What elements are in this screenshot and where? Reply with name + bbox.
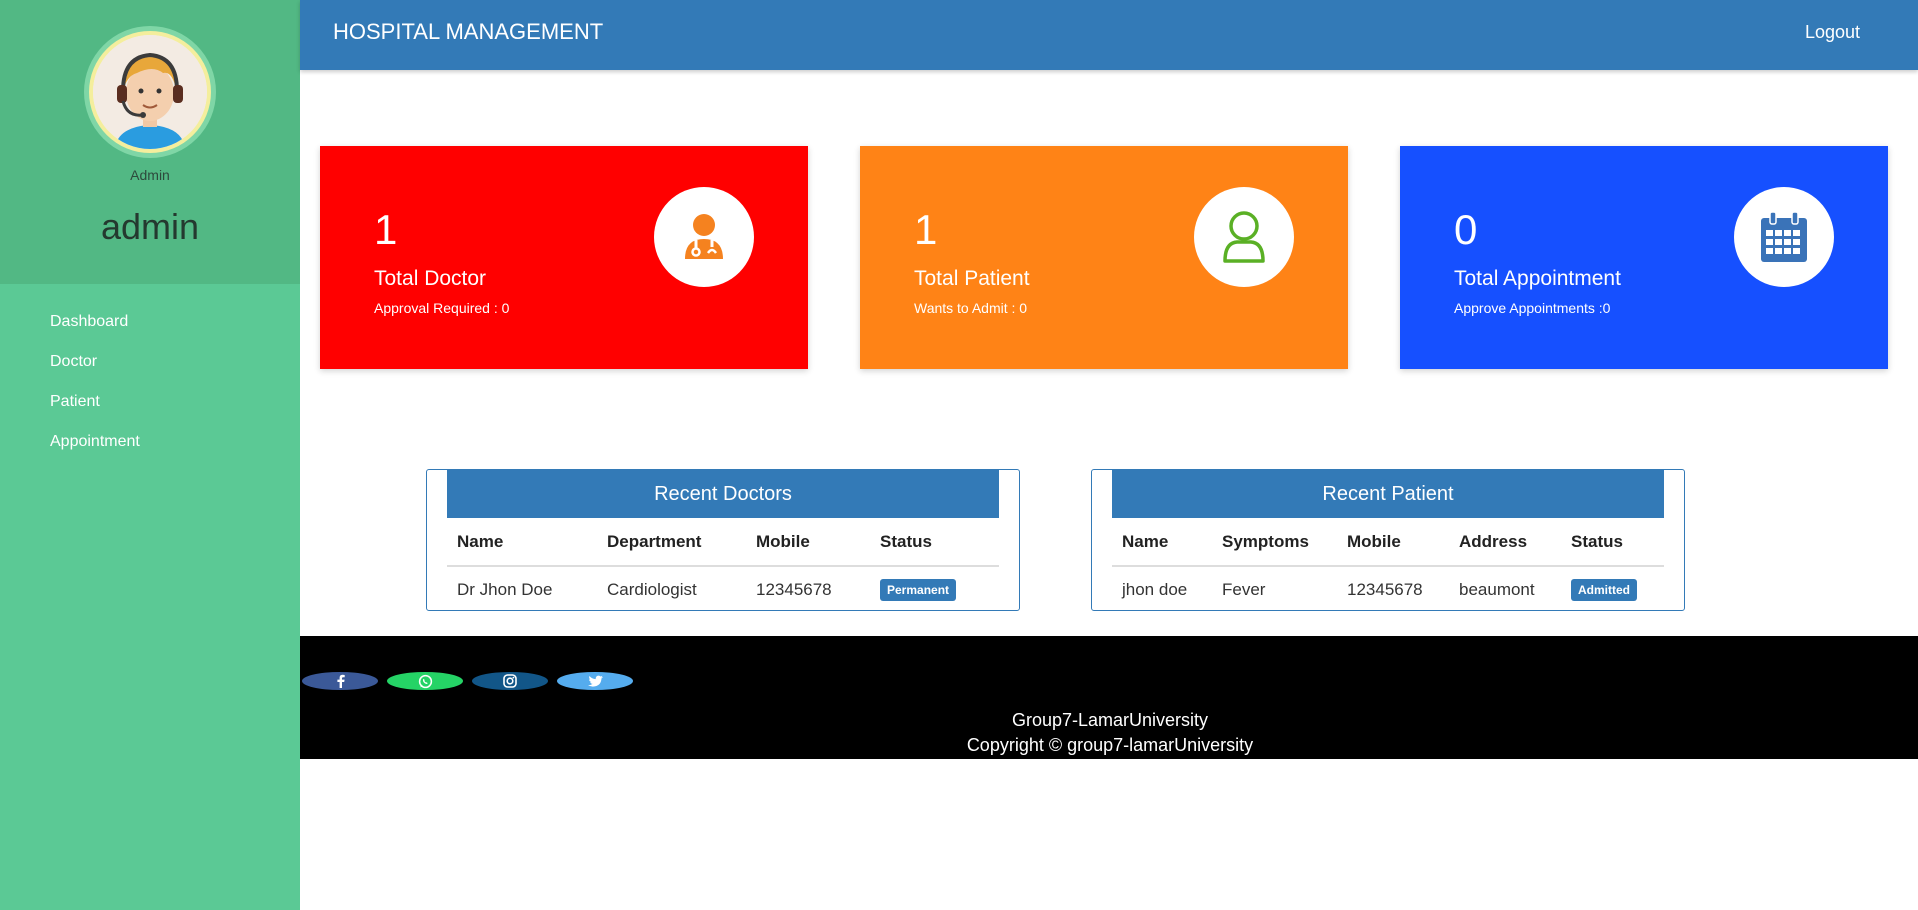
- total-patient-label: Total Patient: [914, 267, 1030, 290]
- whatsapp-button[interactable]: [387, 672, 463, 690]
- status-badge: Admitted: [1571, 578, 1637, 601]
- sidebar-item-dashboard[interactable]: Dashboard: [0, 302, 300, 342]
- sidebar: Admin admin Dashboard Doctor Patient App…: [0, 0, 300, 910]
- recent-doctors-title: Recent Doctors: [447, 470, 999, 518]
- column-header: Mobile: [746, 518, 870, 567]
- status-badge: Permanent: [880, 578, 957, 601]
- user-role: Admin: [130, 167, 170, 183]
- recent-patients-table: Name Symptoms Mobile Address Status jhon…: [1112, 518, 1664, 612]
- patient-symptoms: Fever: [1222, 579, 1266, 599]
- facebook-icon: [336, 674, 345, 688]
- approve-appointments-text: Approve Appointments :0: [1454, 300, 1611, 316]
- table-header-row: Name Symptoms Mobile Address Status: [1112, 518, 1664, 567]
- whatsapp-icon: [418, 674, 432, 688]
- patient-name: jhon doe: [1122, 579, 1188, 599]
- total-doctor-label: Total Doctor: [374, 267, 487, 290]
- app-title[interactable]: HOSPITAL MANAGEMENT: [333, 0, 603, 64]
- instagram-icon: [503, 674, 517, 688]
- column-header: Symptoms: [1212, 518, 1337, 567]
- calendar-icon-circle: [1734, 187, 1834, 287]
- total-appointment-card: 0 Total Appointment Approve Appointments…: [1400, 146, 1888, 369]
- total-doctor-card: 1 Total Doctor Approval Required : 0: [320, 146, 808, 369]
- sidebar-nav: Dashboard Doctor Patient Appointment: [0, 284, 300, 462]
- column-header: Status: [870, 518, 999, 567]
- user-icon-circle: [1194, 187, 1294, 287]
- recent-doctors-panel: Recent Doctors Name Department Mobile St…: [426, 469, 1020, 611]
- twitter-button[interactable]: [557, 672, 633, 690]
- total-patient-card: 1 Total Patient Wants to Admit : 0: [860, 146, 1348, 369]
- wants-to-admit-text: Wants to Admit : 0: [914, 300, 1028, 316]
- user-icon: [1223, 211, 1265, 263]
- logout-link[interactable]: Logout: [1805, 0, 1860, 64]
- recent-patients-panel: Recent Patient Name Symptoms Mobile Addr…: [1091, 469, 1685, 611]
- doctor-mobile: 12345678: [756, 579, 832, 599]
- avatar: [84, 26, 216, 158]
- instagram-button[interactable]: [472, 672, 548, 690]
- doctor-icon-circle: [654, 187, 754, 287]
- total-appointment-count: 0: [1454, 206, 1478, 253]
- total-doctor-count: 1: [374, 206, 398, 253]
- column-header: Status: [1561, 518, 1664, 567]
- table-header-row: Name Department Mobile Status: [447, 518, 999, 567]
- twitter-icon: [587, 675, 603, 687]
- profile-section: Admin admin: [0, 0, 300, 284]
- patient-address: beaumont: [1459, 579, 1535, 599]
- column-header: Name: [447, 518, 597, 567]
- recent-doctors-table: Name Department Mobile Status Dr Jhon Do…: [447, 518, 999, 612]
- column-header: Address: [1449, 518, 1561, 567]
- recent-patients-title: Recent Patient: [1112, 470, 1664, 518]
- total-patient-count: 1: [914, 206, 938, 253]
- table-row: jhon doe Fever 12345678 beaumont Admitte…: [1112, 566, 1664, 612]
- patient-mobile: 12345678: [1347, 579, 1423, 599]
- doctor-name: Dr Jhon Doe: [457, 579, 553, 599]
- user-name: admin: [100, 206, 200, 247]
- total-appointment-label: Total Appointment: [1454, 267, 1621, 290]
- column-header: Name: [1112, 518, 1212, 567]
- doctor-department: Cardiologist: [607, 579, 697, 599]
- column-header: Mobile: [1337, 518, 1449, 567]
- footer-copyright: Copyright © group7-lamarUniversity: [966, 735, 1254, 755]
- footer: Group7-LamarUniversity Copyright © group…: [300, 636, 1918, 759]
- table-row: Dr Jhon Doe Cardiologist 12345678 Perman…: [447, 566, 999, 612]
- sidebar-item-appointment[interactable]: Appointment: [0, 422, 300, 462]
- sidebar-item-patient[interactable]: Patient: [0, 382, 300, 422]
- sidebar-item-doctor[interactable]: Doctor: [0, 342, 300, 382]
- approval-required-text: Approval Required : 0: [374, 300, 510, 316]
- top-navbar: HOSPITAL MANAGEMENT Logout: [300, 0, 1918, 70]
- calendar-icon: [1761, 211, 1807, 262]
- doctor-icon: [685, 214, 723, 259]
- facebook-button[interactable]: [302, 672, 378, 690]
- admin-avatar-icon: [93, 35, 207, 149]
- column-header: Department: [597, 518, 746, 567]
- footer-group-name: Group7-LamarUniversity: [1011, 710, 1209, 730]
